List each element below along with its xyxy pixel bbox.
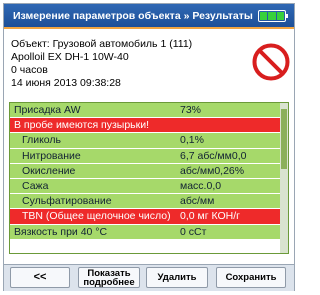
result-row-glycol: Гликоль 0,1% [10, 133, 288, 149]
result-row-oxidation: Окисление абс/мм0,26% [10, 163, 288, 179]
result-value: 6,7 абс/мм0,0 [180, 149, 247, 162]
warning-text: В пробе имеются пузырьки! [14, 119, 150, 132]
show-details-label-2: подробнее [83, 276, 135, 288]
result-label: Окисление [22, 164, 76, 177]
result-value: 73% [180, 104, 202, 116]
result-label: Присадка AW [14, 104, 81, 116]
oil-name: Apolloil EX DH-1 10W-40 [11, 51, 129, 63]
back-button[interactable]: << [10, 267, 70, 288]
device-screen: Измерение параметров объекта » Результат… [3, 3, 295, 291]
result-label: TBN (Общее щелочное число) [22, 210, 171, 223]
result-label: Гликоль [22, 134, 62, 147]
object-name: Объект: Грузовой автомобиль 1 (111) [11, 38, 193, 50]
delete-button[interactable]: Удалить [146, 267, 208, 288]
title-bar: Измерение параметров объекта » Результат… [4, 4, 294, 29]
result-label: Нитрование [22, 149, 81, 162]
result-row-nitration: Нитрование 6,7 абс/мм0,0 [10, 148, 288, 164]
results-scrollbar[interactable] [280, 103, 288, 253]
save-button[interactable]: Сохранить [216, 267, 286, 288]
show-details-button[interactable]: Показать подробнее [78, 267, 140, 288]
result-value: абс/мм0,26% [180, 164, 245, 177]
result-row-viscosity: Вязкость при 40 °C 0 сСт [10, 224, 288, 240]
measurement-date: 14 июня 2013 09:38:28 [11, 77, 121, 89]
result-row-sulfation: Сульфатирование абс/мм [10, 194, 288, 210]
operating-hours: 0 часов [11, 64, 48, 76]
result-row-tbn: TBN (Общее щелочное число) 0,0 мг КОН/г [10, 209, 288, 225]
result-row-soot: Сажа масс.0,0 [10, 178, 288, 195]
result-value: 0 сСт [180, 225, 207, 238]
result-row-bubbles-warning: В пробе имеются пузырьки! [10, 118, 288, 134]
object-info: Объект: Грузовой автомобиль 1 (111) Apol… [11, 38, 192, 90]
results-table[interactable]: Присадка AW 73% В пробе имеются пузырьки… [9, 102, 289, 254]
result-row-aw-additive: Присадка AW 73% [10, 103, 288, 119]
result-label: Вязкость при 40 °C [14, 225, 108, 238]
button-bar: << Показать подробнее Удалить Сохранить [4, 264, 294, 291]
result-label: Сульфатирование [22, 195, 112, 208]
result-value: масс.0,0 [180, 179, 222, 192]
battery-icon [258, 10, 288, 22]
scrollbar-thumb[interactable] [281, 109, 287, 169]
page-title: Измерение параметров объекта » Результат… [13, 10, 253, 22]
result-value: 0,1% [180, 134, 204, 147]
result-label: Сажа [22, 179, 49, 192]
result-value: 0,0 мг КОН/г [180, 210, 240, 223]
prohibited-icon [252, 43, 290, 81]
result-value: абс/мм [180, 195, 215, 208]
